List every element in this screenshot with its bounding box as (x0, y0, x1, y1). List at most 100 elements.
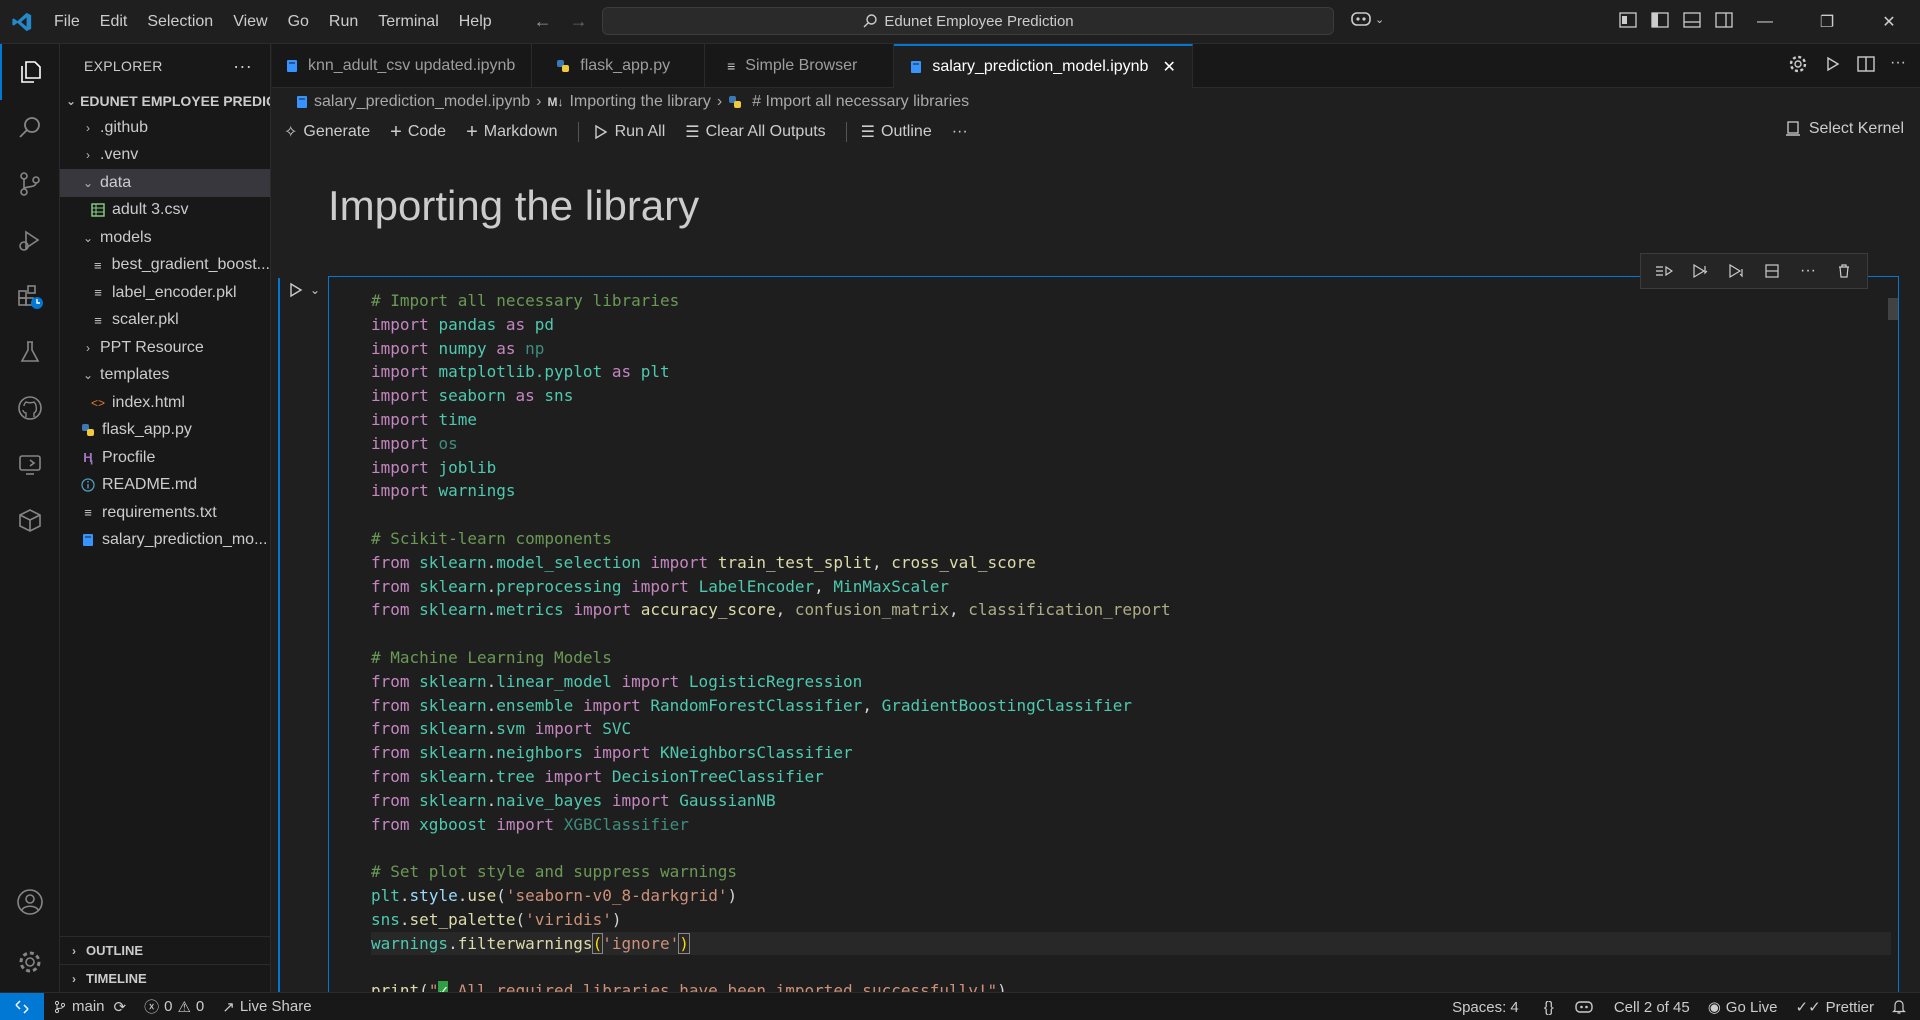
execute-cell-below-icon[interactable] (1721, 257, 1751, 285)
timeline-section[interactable]: › TIMELINE (60, 964, 271, 992)
search-icon[interactable] (0, 100, 60, 156)
copilot-status[interactable] (1566, 1000, 1605, 1014)
add-markdown-cell-button[interactable]: + Markdown (466, 121, 558, 144)
breadcrumb-cell[interactable]: # Import all necessary libraries (752, 93, 969, 111)
more-cell-actions-icon[interactable]: ··· (1793, 257, 1823, 285)
select-kernel-label: Select Kernel (1808, 120, 1904, 137)
notebook-icon (286, 59, 298, 73)
execute-cell-and-below-icon[interactable] (1685, 257, 1715, 285)
menu-selection[interactable]: Selection (137, 0, 223, 44)
more-actions-icon[interactable]: ··· (233, 56, 252, 77)
close-window-icon[interactable]: ✕ (1858, 0, 1920, 44)
indentation-status[interactable]: Spaces: 4 (1443, 999, 1535, 1016)
menu-edit[interactable]: Edit (90, 0, 138, 44)
breadcrumb-section[interactable]: Importing the library (569, 93, 710, 111)
go-live-button[interactable]: ◉ Go Live (1699, 998, 1787, 1017)
outline-section[interactable]: › OUTLINE (60, 936, 271, 964)
toggle-panel-icon[interactable] (1682, 10, 1702, 30)
explorer-icon[interactable] (0, 44, 60, 100)
source-control-icon[interactable] (0, 156, 60, 212)
tree-item-templates[interactable]: ⌄ templates (60, 362, 270, 390)
tree-item-flask-app[interactable]: flask_app.py (60, 417, 270, 445)
run-debug-icon[interactable] (0, 212, 60, 268)
notebook-file-icon (80, 532, 96, 548)
tab-label: knn_adult_csv updated.ipynb (308, 57, 516, 74)
tab-flask-app[interactable]: flask_app.py (532, 44, 706, 88)
run-all-button[interactable]: Run All (593, 123, 665, 141)
testing-icon[interactable] (0, 324, 60, 380)
tree-item-index-html[interactable]: <> index.html (60, 389, 270, 417)
split-editor-icon[interactable] (1856, 54, 1876, 74)
notebook-settings-gear-icon[interactable] (1788, 54, 1808, 74)
tab-knn-adult[interactable]: knn_adult_csv updated.ipynb (272, 44, 533, 88)
execute-cell-button[interactable]: ⌄ (288, 282, 320, 298)
tree-item-github[interactable]: › .github (60, 114, 270, 142)
live-share-status[interactable]: ↗ Live Share (213, 998, 320, 1016)
menu-run[interactable]: Run (319, 0, 368, 44)
code-editor[interactable]: # Import all necessary libraries import … (371, 289, 1891, 992)
notifications-bell-icon[interactable] (1883, 999, 1920, 1015)
more-toolbar-actions[interactable]: ··· (952, 123, 968, 141)
menu-view[interactable]: View (223, 0, 277, 44)
menu-file[interactable]: File (44, 0, 90, 44)
account-icon[interactable] (0, 874, 60, 930)
tree-item-models[interactable]: ⌄ models (60, 224, 270, 252)
tree-item-venv[interactable]: › .venv (60, 142, 270, 170)
remote-explorer-icon[interactable] (0, 436, 60, 492)
outline-button[interactable]: ☰ Outline (861, 122, 932, 142)
code-cell[interactable]: ··· # Import all necessary libraries imp… (328, 253, 1899, 992)
tree-item-ppt-resource[interactable]: › PPT Resource (60, 334, 270, 362)
restore-icon[interactable]: ❐ (1796, 0, 1858, 44)
command-center-search[interactable]: Edunet Employee Prediction (602, 7, 1334, 35)
sync-icon[interactable]: ⟳ (114, 998, 127, 1016)
manage-gear-icon[interactable] (0, 934, 60, 990)
more-editor-actions-icon[interactable]: ··· (1890, 54, 1906, 74)
execute-above-icon[interactable] (1649, 257, 1679, 285)
github-icon[interactable] (0, 380, 60, 436)
tab-simple-browser[interactable]: ≡ Simple Browser (705, 44, 895, 88)
toggle-secondary-sidebar-icon[interactable] (1714, 10, 1734, 30)
remote-indicator-icon[interactable] (0, 992, 44, 1020)
prettier-status[interactable]: ✓✓ Prettier (1787, 998, 1884, 1017)
git-branch-status[interactable]: main ⟳ (44, 998, 135, 1016)
customize-layout-icon[interactable] (1618, 10, 1638, 30)
notebook-icon (910, 60, 922, 74)
tab-salary-prediction[interactable]: salary_prediction_model.ipynb ✕ (894, 44, 1193, 88)
problems-status[interactable]: ⓧ 0 ⚠ 0 (135, 996, 213, 1017)
split-cell-icon[interactable] (1757, 257, 1787, 285)
tree-item-requirements[interactable]: ≡ requirements.txt (60, 499, 270, 527)
select-kernel-button[interactable]: Select Kernel (1785, 120, 1904, 138)
close-tab-icon[interactable]: ✕ (1162, 57, 1175, 77)
tree-item-readme[interactable]: README.md (60, 472, 270, 500)
chevron-down-icon[interactable]: ⌄ (310, 283, 320, 297)
tree-item-salary-notebook[interactable]: salary_prediction_mo... (60, 527, 270, 555)
tree-item-label-encoder[interactable]: ≡ label_encoder.pkl (60, 279, 270, 307)
tree-item-label: label_encoder.pkl (112, 283, 237, 301)
breadcrumb-file[interactable]: salary_prediction_model.ipynb (314, 93, 530, 111)
menu-terminal[interactable]: Terminal (368, 0, 448, 44)
tree-item-procfile[interactable]: Ⱨ Procfile (60, 444, 270, 472)
forward-arrow-icon[interactable]: → (570, 11, 588, 32)
cell-position-status[interactable]: Cell 2 of 45 (1605, 999, 1699, 1016)
containers-icon[interactable] (0, 492, 60, 548)
tree-item-best-gradient[interactable]: ≡ best_gradient_boost... (60, 252, 270, 280)
tree-item-adult-csv[interactable]: adult 3.csv (60, 197, 270, 225)
menu-help[interactable]: Help (449, 0, 502, 44)
delete-cell-trash-icon[interactable] (1829, 257, 1859, 285)
generate-button[interactable]: ✧ Generate (284, 122, 370, 142)
generate-label: Generate (303, 123, 371, 140)
scrollbar-thumb[interactable] (1888, 298, 1898, 320)
copilot-menu[interactable]: ⌄ (1350, 10, 1384, 28)
extensions-icon[interactable] (0, 268, 60, 324)
tree-item-scaler[interactable]: ≡ scaler.pkl (60, 307, 270, 335)
run-icon[interactable] (1822, 54, 1842, 74)
back-arrow-icon[interactable]: ← (534, 11, 552, 32)
language-braces-status[interactable]: {} (1535, 999, 1566, 1016)
tree-item-data[interactable]: ⌄ data (60, 169, 270, 197)
minimize-icon[interactable]: — (1734, 0, 1796, 44)
menu-go[interactable]: Go (278, 0, 319, 44)
add-code-cell-button[interactable]: + Code (390, 121, 446, 144)
clear-all-outputs-button[interactable]: ☰ Clear All Outputs (685, 122, 825, 142)
workspace-root-folder[interactable]: ⌄ EDUNET EMPLOYEE PREDICI... (60, 88, 270, 114)
toggle-primary-sidebar-icon[interactable] (1650, 10, 1670, 30)
